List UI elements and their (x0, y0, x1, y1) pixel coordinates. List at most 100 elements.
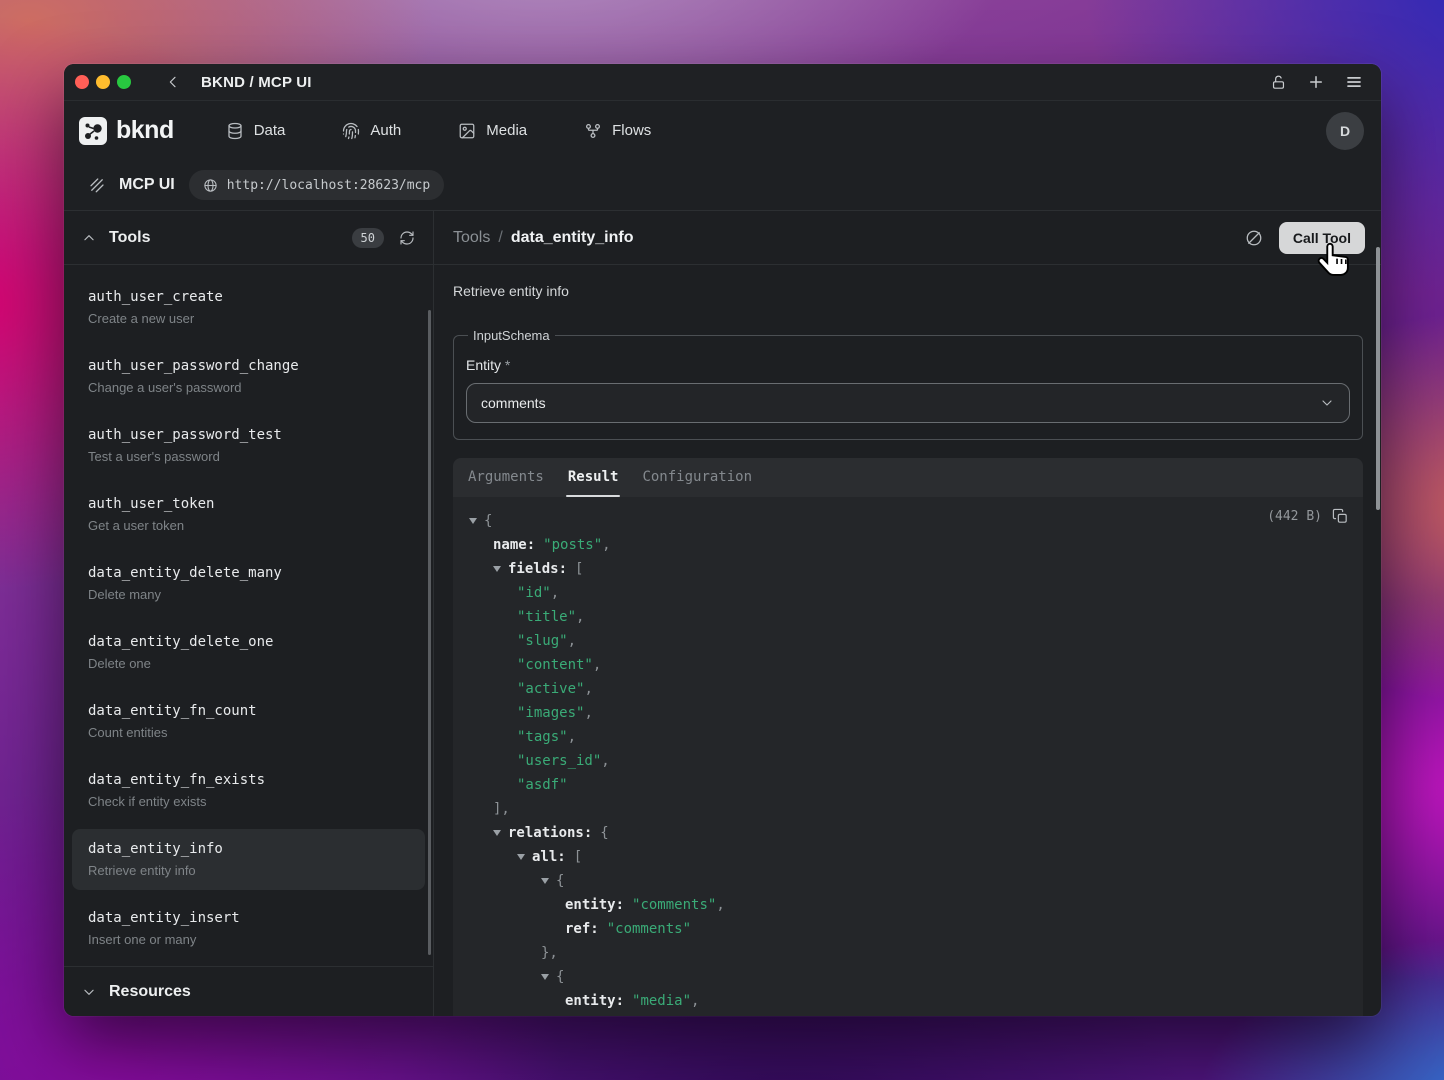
nav-item-media[interactable]: Media (458, 122, 527, 140)
tool-item-description: Check if entity exists (88, 792, 409, 811)
window-menu-button[interactable] (1345, 73, 1363, 91)
tool-item-description: Delete one (88, 654, 409, 673)
user-avatar[interactable]: D (1326, 112, 1364, 150)
tool-item-auth_user_password_test[interactable]: auth_user_password_testTest a user's pas… (72, 415, 425, 476)
window-titlebar[interactable]: BKND / MCP UI (64, 64, 1381, 101)
menu-icon (1345, 73, 1363, 91)
json-line: ], (453, 797, 1363, 821)
collapse-arrow-icon[interactable] (469, 518, 477, 524)
mcp-url-pill[interactable]: http://localhost:28623/mcp (189, 170, 445, 200)
json-line: fields:[ (453, 557, 1363, 581)
tool-item-data_entity_fn_count[interactable]: data_entity_fn_countCount entities (72, 691, 425, 752)
json-string: "comments" (607, 921, 691, 937)
bknd-logo-icon (79, 117, 107, 145)
main-scrollbar[interactable] (1376, 247, 1380, 510)
tool-item-auth_user_password_change[interactable]: auth_user_password_changeChange a user's… (72, 346, 425, 407)
json-string: "images" (517, 705, 584, 721)
window-title: BKND / MCP UI (201, 74, 312, 91)
minimize-window-button[interactable] (96, 75, 110, 89)
tab-configuration[interactable]: Configuration (642, 458, 752, 497)
back-button[interactable] (165, 74, 181, 90)
input-schema-legend: InputSchema (468, 328, 555, 343)
traffic-lights (75, 75, 131, 89)
tool-item-name: auth_user_password_change (88, 356, 409, 376)
nav-item-label: Auth (370, 122, 401, 139)
nav-item-auth[interactable]: Auth (342, 122, 401, 140)
json-punct: , (716, 897, 724, 913)
breadcrumb-separator: / (498, 229, 502, 247)
tool-item-name: data_entity_insert (88, 908, 409, 928)
result-panel: (442 B) {name:"posts",fields:["id","titl… (453, 497, 1363, 1016)
circle-slash-icon (1245, 229, 1263, 247)
tool-item-data_entity_delete_one[interactable]: data_entity_delete_oneDelete one (72, 622, 425, 683)
tab-result[interactable]: Result (568, 458, 619, 497)
tools-section-header[interactable]: Tools 50 (64, 211, 433, 265)
entity-select[interactable]: comments (466, 383, 1350, 423)
plus-icon (1307, 73, 1325, 91)
breadcrumb-tools[interactable]: Tools (453, 229, 490, 247)
lock-open-icon (1270, 74, 1287, 91)
tool-item-auth_user_token[interactable]: auth_user_tokenGet a user token (72, 484, 425, 545)
close-window-button[interactable] (75, 75, 89, 89)
nav-item-data[interactable]: Data (226, 122, 286, 140)
collapse-arrow-icon[interactable] (541, 878, 549, 884)
brand-logo[interactable]: bknd (79, 116, 174, 145)
entity-label: Entity (466, 357, 501, 373)
copy-result-button[interactable] (1332, 508, 1349, 525)
maximize-window-button[interactable] (117, 75, 131, 89)
call-tool-button[interactable]: Call Tool (1279, 222, 1365, 254)
breadcrumb-current: data_entity_info (511, 229, 634, 247)
tool-description: Retrieve entity info (453, 282, 1363, 301)
app-window: BKND / MCP UI (64, 64, 1381, 1016)
json-key: all: (532, 849, 566, 865)
tool-item-auth_user_create[interactable]: auth_user_createCreate a new user (72, 277, 425, 338)
json-viewer: {name:"posts",fields:["id","title","slug… (453, 497, 1363, 1016)
mcp-url: http://localhost:28623/mcp (227, 178, 431, 193)
json-punct: , (593, 657, 601, 673)
resources-section-header[interactable]: Resources (64, 966, 433, 1016)
json-line: { (453, 509, 1363, 533)
json-punct: ], (493, 801, 510, 817)
tool-item-name: data_entity_info (88, 839, 409, 859)
lock-button[interactable] (1270, 74, 1287, 91)
collapse-arrow-icon[interactable] (541, 974, 549, 980)
nav-item-label: Flows (612, 122, 651, 139)
tool-item-name: data_entity_fn_exists (88, 770, 409, 790)
json-line: entity:"media", (453, 989, 1363, 1013)
json-line: "asdf" (453, 773, 1363, 797)
tab-arguments[interactable]: Arguments (468, 458, 544, 497)
json-string: "title" (517, 609, 576, 625)
json-line: { (453, 869, 1363, 893)
json-line: { (453, 965, 1363, 989)
json-key: ref: (565, 921, 599, 937)
refresh-tools-button[interactable] (399, 230, 415, 246)
result-size: (442 B) (1267, 509, 1322, 524)
tool-item-description: Delete many (88, 585, 409, 604)
collapse-arrow-icon[interactable] (493, 830, 501, 836)
sidebar-scrollbar[interactable] (428, 310, 431, 955)
json-line: }, (453, 941, 1363, 965)
tool-item-data_entity_insert[interactable]: data_entity_insertInsert one or many (72, 898, 425, 959)
chevron-up-icon (82, 231, 96, 245)
tool-item-description: Test a user's password (88, 447, 409, 466)
json-punct: , (584, 681, 592, 697)
new-tab-button[interactable] (1307, 73, 1325, 91)
disable-live-button[interactable] (1245, 229, 1263, 247)
json-line: relations:{ (453, 821, 1363, 845)
entity-select-value: comments (481, 395, 546, 411)
json-line: name:"posts", (453, 533, 1363, 557)
tool-detail-header: Tools / data_entity_info Call Tool (434, 211, 1381, 265)
json-punct: , (602, 537, 610, 553)
tool-item-data_entity_fn_exists[interactable]: data_entity_fn_exists Check if entity exi… (72, 760, 425, 821)
tool-item-data_entity_info[interactable]: data_entity_infoRetrieve entity info (72, 829, 425, 890)
json-string: "comments" (632, 897, 716, 913)
json-punct: { (484, 513, 492, 529)
desktop-background: BKND / MCP UI (0, 0, 1444, 1080)
collapse-arrow-icon[interactable] (517, 854, 525, 860)
collapse-arrow-icon[interactable] (493, 566, 501, 572)
tool-item-data_entity_delete_many[interactable]: data_entity_delete_manyDelete many (72, 553, 425, 614)
nav-item-flows[interactable]: Flows (584, 122, 651, 140)
page-title: MCP UI (119, 176, 175, 194)
json-line: "tags", (453, 725, 1363, 749)
json-string: "users_id" (517, 753, 601, 769)
